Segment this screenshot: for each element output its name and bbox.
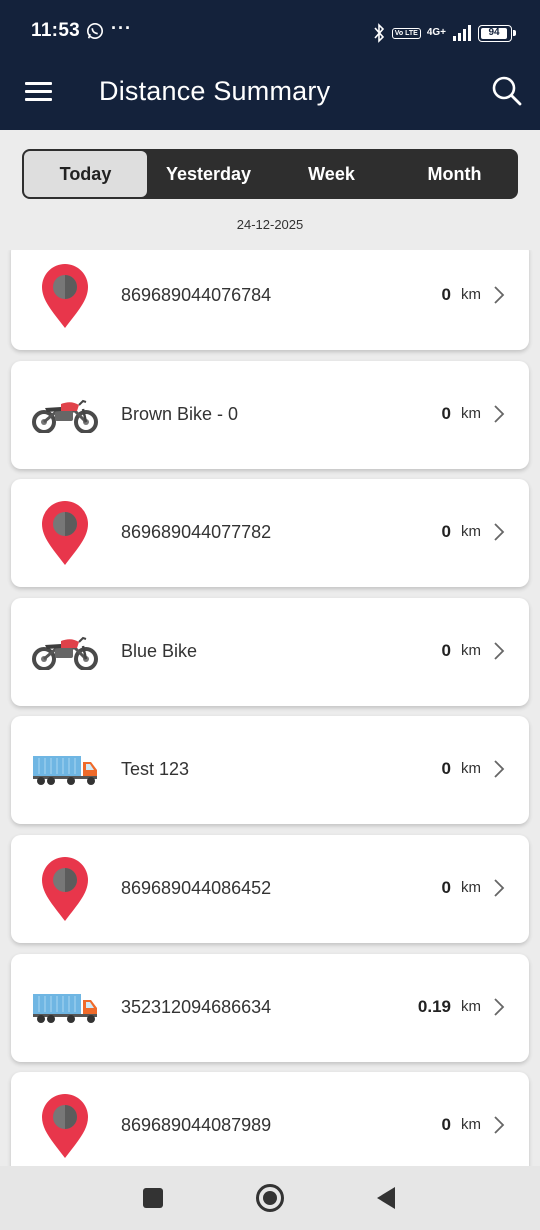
motorcycle-icon <box>29 379 101 451</box>
motorcycle-icon <box>29 616 101 688</box>
tab-yesterday[interactable]: Yesterday <box>147 151 270 197</box>
chevron-right-icon <box>494 642 505 660</box>
tab-week[interactable]: Week <box>270 151 393 197</box>
vehicle-name: 869689044076784 <box>121 285 272 305</box>
chevron-right-icon <box>494 523 505 541</box>
distance-unit: km <box>461 1116 481 1134</box>
app-screen: 11:53 ··· Vo LTE 4G+ 94 Distance Summary… <box>0 0 540 1230</box>
distance-unit: km <box>461 641 481 659</box>
vehicle-name: 352312094686634 <box>121 996 272 1017</box>
distance-value: 0 <box>441 878 451 897</box>
chevron-right-icon <box>494 760 505 779</box>
recents-button[interactable] <box>143 1188 163 1208</box>
vehicle-card[interactable]: Brown Bike - 0 0 km <box>11 360 529 469</box>
map-pin-icon <box>29 260 101 332</box>
truck-icon <box>29 734 101 806</box>
distance-value: 0 <box>441 759 451 779</box>
signal-icon <box>453 25 471 41</box>
truck-icon <box>29 972 101 1044</box>
vehicle-name: Test 123 <box>121 759 190 780</box>
tab-today[interactable]: Today <box>24 151 147 197</box>
vehicle-card[interactable]: Blue Bike 0 km <box>11 597 529 706</box>
status-indicators: Vo LTE 4G+ 94 <box>372 22 516 44</box>
vehicle-card[interactable]: 869689044087989 0 km <box>11 1072 529 1166</box>
selected-date: 24-12-2025 <box>236 217 304 232</box>
vehicle-card[interactable]: 869689044076784 0 km <box>11 250 529 350</box>
home-button[interactable] <box>256 1184 284 1212</box>
vehicle-name: Brown Bike - 0 <box>121 403 239 424</box>
distance-unit: km <box>461 760 481 778</box>
distance-unit: km <box>461 286 481 303</box>
map-pin-icon <box>29 853 101 925</box>
distance-unit: km <box>461 404 481 422</box>
network-type: 4G+ <box>426 27 446 38</box>
app-bar: Distance Summary <box>0 64 540 130</box>
vehicle-card[interactable]: 869689044086452 0 km <box>11 835 529 943</box>
vehicle-name: 869689044077782 <box>121 522 272 543</box>
more-notifications-icon: ··· <box>111 18 132 38</box>
chevron-right-icon <box>494 879 505 897</box>
chevron-right-icon <box>494 286 505 304</box>
distance-value: 0 <box>441 285 451 304</box>
battery-icon: 94 <box>478 24 516 42</box>
chevron-right-icon <box>494 997 505 1016</box>
vehicle-card[interactable]: 352312094686634 0.19 km <box>11 953 529 1062</box>
distance-unit: km <box>461 879 481 896</box>
distance-value: 0 <box>441 522 451 542</box>
distance-value: 0 <box>441 1115 451 1135</box>
tab-month[interactable]: Month <box>393 151 516 197</box>
distance-value: 0.19 <box>417 996 451 1016</box>
distance-value: 0 <box>441 403 451 423</box>
status-time: 11:53 <box>31 20 81 41</box>
vehicle-name: 869689044087989 <box>121 1115 272 1136</box>
back-button[interactable] <box>376 1186 396 1210</box>
vehicle-card[interactable]: 869689044077782 0 km <box>11 479 529 588</box>
distance-value: 0 <box>441 640 451 660</box>
distance-unit: km <box>461 997 481 1015</box>
vehicle-list: 869689044076784 0 km Brown Bike - 0 0 km <box>0 250 540 1166</box>
status-bar: 11:53 ··· Vo LTE 4G+ 94 <box>0 0 540 64</box>
page-title: Distance Summary <box>99 76 331 106</box>
battery-level: 94 <box>481 27 507 39</box>
chevron-right-icon <box>494 1116 505 1134</box>
period-tabs: Today Yesterday Week Month <box>22 149 518 199</box>
chevron-right-icon <box>494 404 505 423</box>
whatsapp-icon <box>86 22 104 40</box>
search-icon[interactable] <box>491 75 523 107</box>
bluetooth-icon <box>374 23 384 43</box>
distance-unit: km <box>461 523 481 541</box>
vehicle-name: Blue Bike <box>121 640 198 661</box>
map-pin-icon <box>29 497 101 569</box>
vehicle-card[interactable]: Test 123 0 km <box>11 716 529 825</box>
vehicle-name: 869689044086452 <box>121 878 272 898</box>
volte-badge: Vo LTE <box>391 27 421 39</box>
map-pin-icon <box>29 1090 101 1162</box>
menu-button[interactable] <box>25 80 53 104</box>
system-nav-bar <box>0 1166 540 1230</box>
